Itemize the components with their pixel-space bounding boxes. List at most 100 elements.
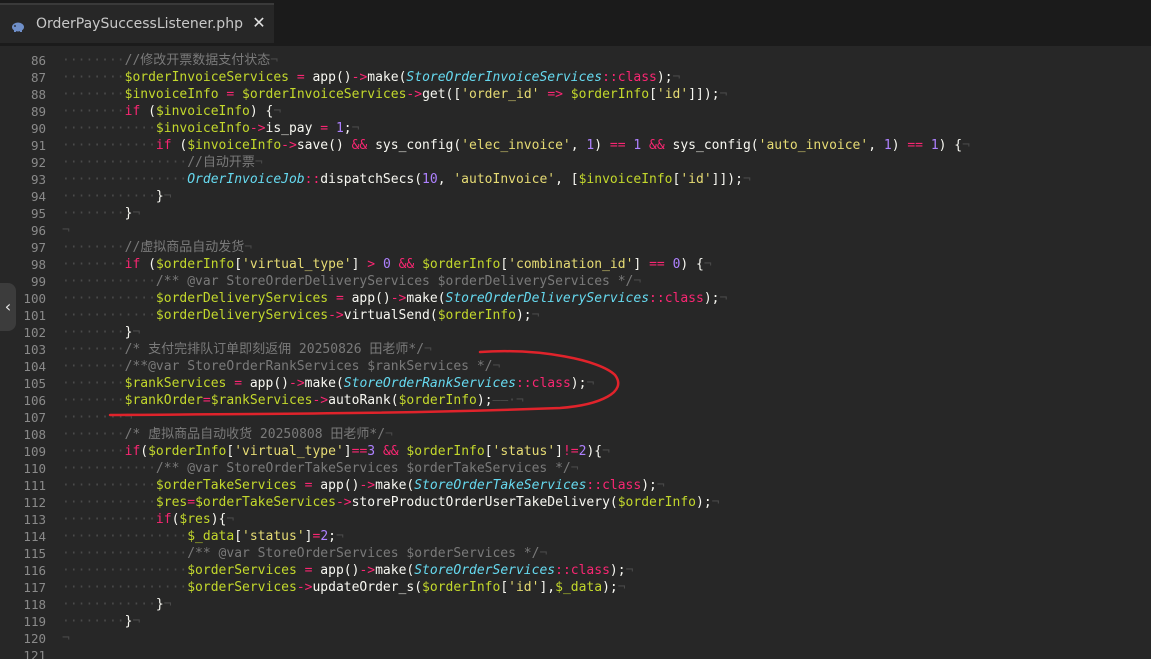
code-line[interactable]: ············$orderDeliveryServices->virt… (62, 307, 539, 324)
line-number: 106 (23, 393, 46, 408)
code-line[interactable]: ········/**@var StoreOrderRankServices $… (62, 358, 500, 375)
code-token: ( (171, 138, 188, 153)
code-line[interactable]: ········//虚拟商品自动发货¬ (62, 239, 252, 256)
code-token: class (664, 291, 704, 306)
code-line[interactable]: ················/** @var StoreOrderServi… (62, 545, 547, 562)
code-token: ¬ (719, 291, 728, 306)
code-token: $invoiceInfo (124, 87, 219, 102)
code-line[interactable]: ············if($res){¬ (62, 511, 234, 528)
code-token: && (351, 138, 368, 153)
code-token: app() (312, 70, 352, 85)
code-token: app() (249, 376, 289, 391)
code-token: -> (335, 495, 352, 510)
indent-guide: ············ (62, 461, 156, 476)
code-token: -> (351, 70, 368, 85)
code-token: ) { (249, 104, 274, 119)
code-line[interactable]: ········$rankServices = app()->make(Stor… (62, 375, 594, 392)
code-token: save() (296, 138, 344, 153)
code-token: => (547, 87, 563, 102)
tab-orderpaysuccesslistener[interactable]: OrderPaySuccessListener.php ✕ (0, 3, 274, 43)
code-line[interactable]: ············$orderTakeServices = app()->… (62, 477, 665, 494)
code-line[interactable]: ················$orderServices->updateOr… (62, 579, 626, 596)
code-token: make( (406, 291, 446, 306)
code-line[interactable]: ¬ (62, 222, 70, 239)
code-token: ¬ (132, 206, 141, 221)
code-line[interactable]: ················$orderServices = app()->… (62, 562, 633, 579)
code-line[interactable]: ············$orderDeliveryServices = app… (62, 290, 727, 307)
line-number: 93 (30, 172, 46, 187)
code-token: /**@var StoreOrderRankServices $rankServ… (124, 359, 493, 374)
code-token: -> (281, 138, 297, 153)
code-token: make( (367, 70, 407, 85)
code-token: = (187, 495, 196, 510)
code-line[interactable]: ············$res=$orderTakeServices->sto… (62, 494, 719, 511)
code-token: ¬ (703, 257, 712, 272)
code-token: ¬ (244, 240, 253, 255)
indent-guide: ········ (62, 427, 125, 442)
code-token: dispatchSecs( (320, 172, 423, 187)
code-line[interactable]: ¬ (62, 630, 70, 647)
code-line[interactable]: ········$rankOrder=$rankServices->autoRa… (62, 392, 524, 409)
line-number: 115 (23, 546, 46, 561)
code-line[interactable]: ········¬ (62, 409, 132, 426)
code-line[interactable]: ········}¬ (62, 205, 140, 222)
code-token: /** @var StoreOrderDeliveryServices $ord… (155, 274, 634, 289)
code-line[interactable]: ············if ($invoiceInfo->save() && … (62, 137, 970, 154)
code-editor[interactable]: 86 87 88 89 90 91 92 93 94 95 96 97 98 99 100 101 102 103… (0, 46, 1151, 659)
code-token: ¬ (672, 70, 681, 85)
code-token: $res (179, 512, 211, 527)
code-token: if (155, 138, 172, 153)
code-token: :: (555, 563, 571, 578)
code-line[interactable]: ········$orderInvoiceServices = app()->m… (62, 69, 680, 86)
code-line[interactable]: ········}¬ (62, 324, 140, 341)
code-line[interactable]: ················$_data['status']=2;¬ (62, 528, 344, 545)
code-line[interactable]: ········$invoiceInfo = $orderInvoiceServ… (62, 86, 727, 103)
line-number: 104 (23, 359, 46, 374)
code-token: ], (539, 580, 556, 595)
code-token: -> (249, 121, 266, 136)
line-number: 108 (23, 427, 46, 442)
code-token: ¬ (742, 172, 751, 187)
code-token: $rankOrder (124, 393, 203, 408)
close-icon[interactable]: ✕ (250, 14, 268, 32)
code-line[interactable]: ········if($orderInfo['virtual_type']==3… (62, 443, 610, 460)
code-line[interactable]: ················//自动开票¬ (62, 154, 263, 171)
code-token: 'id' (508, 580, 540, 595)
indent-guide: ········ (62, 87, 125, 102)
code-line[interactable]: ········if ($orderInfo['virtual_type'] >… (62, 256, 712, 273)
code-token: } (155, 189, 164, 204)
indent-guide: ········ (62, 359, 125, 374)
line-number: 112 (23, 495, 46, 510)
code-token: -> (359, 563, 376, 578)
code-token: } (155, 597, 164, 612)
code-line[interactable]: ············/** @var StoreOrderTakeServi… (62, 460, 579, 477)
code-line[interactable]: ········/* 虚拟商品自动收货 20250808 田老师*/¬ (62, 426, 393, 443)
code-token: ; (343, 121, 352, 136)
code-token: StoreOrderInvoiceServices (406, 70, 603, 85)
code-line[interactable]: ········/* 支付完排队订单即刻返佣 20250826 田老师*/¬ (62, 341, 432, 358)
line-number: 118 (23, 597, 46, 612)
code-line[interactable]: ············}¬ (62, 188, 172, 205)
code-token: = (335, 291, 344, 306)
code-line[interactable]: ············$invoiceInfo->is_pay = 1;¬ (62, 120, 359, 137)
code-line[interactable]: ············}¬ (62, 596, 172, 613)
code-token: ); (515, 308, 532, 323)
code-line[interactable]: ················OrderInvoiceJob::dispatc… (62, 171, 751, 188)
code-area[interactable]: ········//修改开票数据支付状态¬ ········$orderInvoi… (62, 46, 1151, 659)
code-token: ¬ (132, 614, 141, 629)
indent-guide: ········ (62, 393, 125, 408)
indent-guide: ············ (62, 138, 156, 153)
code-token: ¬ (962, 138, 970, 153)
code-line[interactable]: ········}¬ (62, 613, 140, 630)
code-token: class (602, 478, 642, 493)
code-token: $orderInvoiceServices (124, 70, 289, 85)
code-token: ] (555, 444, 563, 459)
code-line[interactable]: ············/** @var StoreOrderDeliveryS… (62, 273, 641, 290)
code-line[interactable]: ········if ($invoiceInfo) {¬ (62, 103, 281, 120)
chevron-left-icon[interactable]: ‹ (0, 283, 16, 331)
code-line[interactable]: ········//修改开票数据支付状态¬ (62, 52, 278, 69)
